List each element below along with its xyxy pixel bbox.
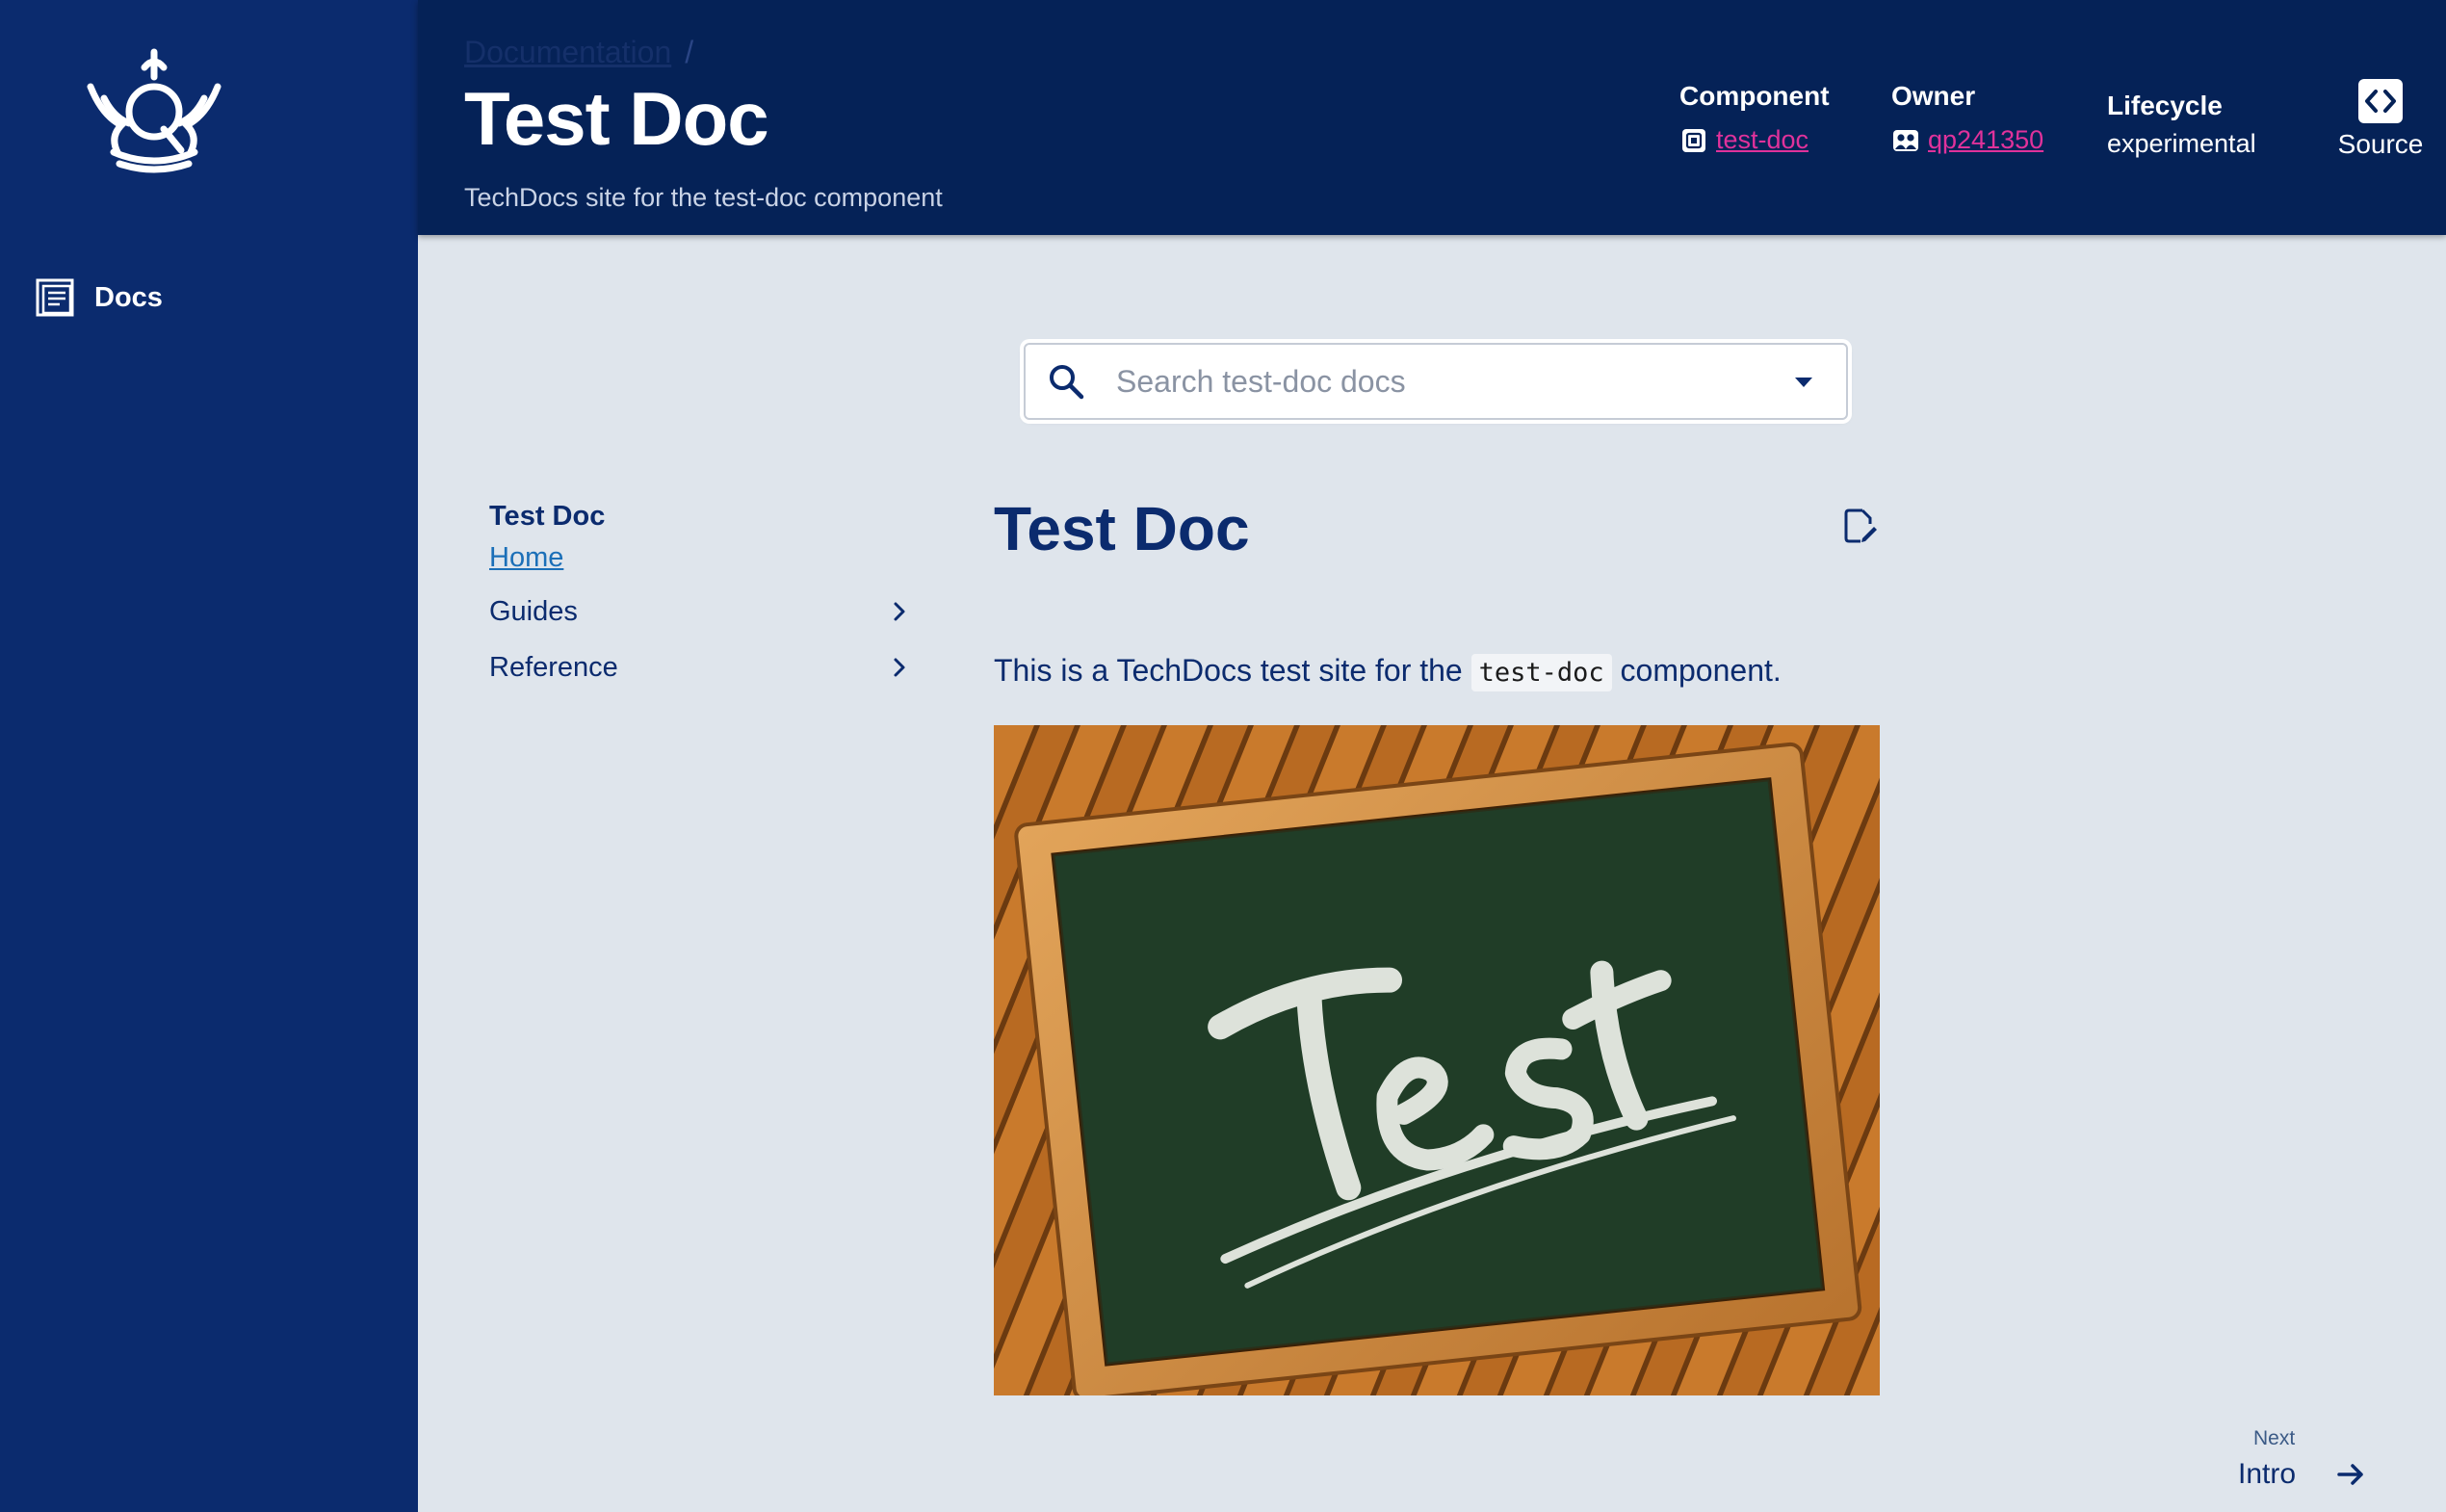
nav-item-label: Guides	[489, 595, 578, 627]
owner-link[interactable]: qp241350	[1891, 125, 2043, 155]
group-icon	[1893, 129, 1918, 151]
crown-logo-icon[interactable]	[81, 48, 227, 173]
sidebar-item-docs[interactable]: Docs	[35, 275, 163, 320]
nav-item-home[interactable]: Home	[489, 542, 913, 574]
chevron-right-icon	[894, 658, 905, 677]
search-box	[1024, 343, 1848, 420]
search-icon	[1050, 365, 1084, 400]
content-heading: Test Doc	[994, 494, 1250, 563]
component-meta: Component test-doc	[1679, 81, 1830, 155]
page-title: Test Doc	[464, 76, 769, 161]
breadcrumb: Documentation /	[464, 35, 693, 70]
source-button[interactable]: Source	[2323, 77, 2438, 160]
owner-meta: Owner qp241350	[1891, 81, 2043, 155]
next-title: Intro	[2238, 1458, 2297, 1490]
source-label: Source	[2337, 129, 2424, 159]
chalkboard-image	[994, 725, 1880, 1395]
edit-page-icon[interactable]	[1841, 507, 1880, 545]
owner-label: Owner	[1891, 81, 1976, 111]
page-subtitle: TechDocs site for the test-doc component	[464, 183, 943, 212]
component-chip-icon	[1682, 128, 1705, 152]
next-title-row: Intro	[2238, 1458, 2382, 1491]
breadcrumb-link-documentation[interactable]: Documentation	[464, 35, 671, 70]
lifecycle-value: experimental	[2107, 129, 2256, 158]
component-value: test-doc	[1716, 125, 1809, 154]
docs-navigation: Test Doc Home Guides Reference	[489, 501, 913, 686]
lifecycle-meta: Lifecycle experimental	[2107, 91, 2256, 159]
component-link[interactable]: test-doc	[1679, 125, 1830, 155]
doc-content: Test Doc This is a TechDocs test site fo…	[994, 493, 1880, 1395]
chevron-right-icon	[894, 602, 905, 621]
sidebar: Docs	[0, 0, 418, 1512]
component-label: Component	[1679, 81, 1830, 111]
lifecycle-label: Lifecycle	[2107, 91, 2223, 120]
next-page-link[interactable]: Next Intro	[2238, 1427, 2382, 1491]
inline-code: test-doc	[1470, 654, 1612, 691]
page-header: Documentation / Test Doc TechDocs site f…	[418, 0, 2446, 235]
next-label: Next	[2253, 1427, 2296, 1449]
nav-item-reference[interactable]: Reference	[489, 649, 913, 686]
search-input[interactable]	[1116, 363, 1790, 400]
code-icon	[2358, 79, 2403, 123]
docs-icon	[36, 278, 74, 317]
paragraph-text: component.	[1620, 653, 1782, 688]
sidebar-item-label: Docs	[94, 281, 163, 313]
breadcrumb-separator: /	[685, 35, 694, 69]
content-paragraph: This is a TechDocs test site for the tes…	[994, 653, 1880, 691]
nav-site-title: Test Doc	[489, 501, 606, 532]
chevron-down-icon[interactable]	[1790, 368, 1817, 395]
owner-value: qp241350	[1928, 125, 2044, 154]
nav-item-guides[interactable]: Guides	[489, 593, 913, 630]
arrow-right-icon	[2337, 1464, 2363, 1485]
nav-item-label: Reference	[489, 651, 618, 683]
paragraph-text: This is a TechDocs test site for the	[994, 653, 1463, 688]
